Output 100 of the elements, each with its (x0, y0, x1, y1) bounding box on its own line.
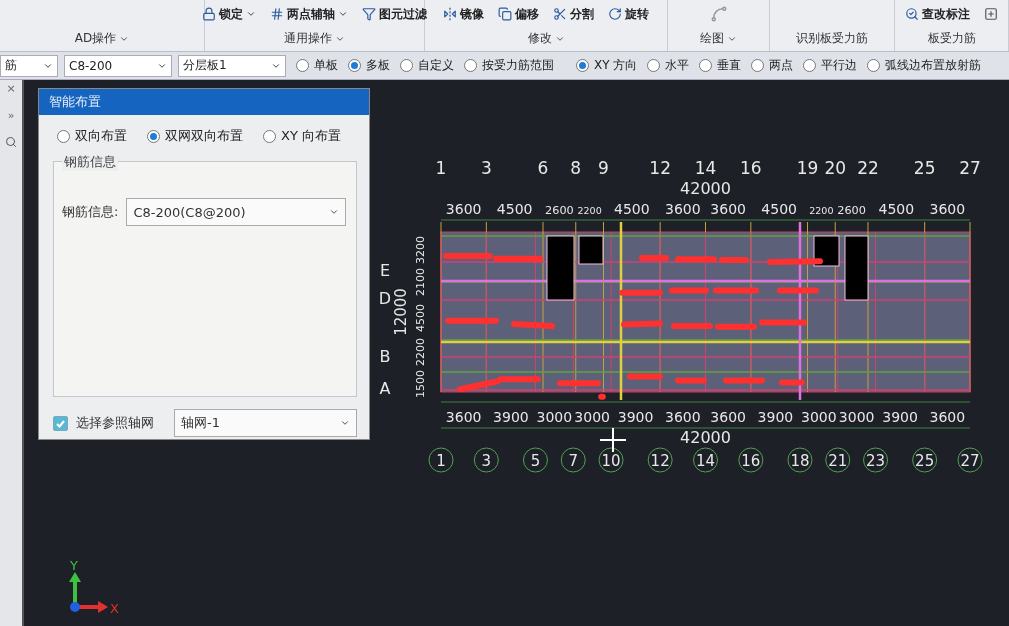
radio-option[interactable]: 自定义 (400, 57, 454, 74)
dimension-text: 3900 (617, 409, 654, 425)
dimension-text: 2200 (809, 205, 834, 216)
close-button[interactable]: × (6, 82, 16, 95)
radio-option[interactable]: XY 方向 (576, 57, 638, 74)
dimension-text: 4500 (614, 201, 650, 217)
lock-icon (202, 7, 216, 21)
mirror-icon (443, 7, 457, 21)
axis-label: 22 (857, 158, 879, 178)
ribbon-button[interactable]: 图元过滤 (362, 5, 427, 23)
group-title: 钢筋信息 (62, 153, 118, 171)
dimension-text: 2600 (545, 204, 574, 217)
radio-option[interactable]: 两点 (751, 57, 794, 74)
radio-option[interactable]: 双向布置 (57, 127, 127, 145)
crosshair-cursor (599, 427, 627, 453)
dimension-text: 3000 (838, 409, 875, 425)
axis-label: A (379, 379, 391, 398)
ribbon-group-label[interactable]: 修改 (527, 30, 565, 47)
axis-label: 8 (570, 158, 582, 178)
axis-bubble: 14 (693, 447, 718, 473)
axis-label: 6 (537, 158, 549, 178)
dimension-text: 3600 (710, 201, 746, 217)
ribbon-group-label[interactable]: 通用操作 (284, 30, 345, 47)
ribbon-group-label[interactable]: 识别板受力筋 (796, 30, 868, 47)
axis-label: 9 (598, 158, 609, 178)
dimension-total: 42000 (680, 179, 731, 198)
ribbon-group-label[interactable]: AD操作 (74, 30, 130, 47)
axis-bubble: 7 (560, 447, 586, 473)
ribbon-button[interactable]: 旋转 (608, 5, 649, 23)
radio-option[interactable]: 平行边 (803, 57, 858, 74)
rebar-select[interactable]: C8-200(C8@200) (126, 198, 346, 226)
dialog-title: 智能布置 (39, 89, 369, 115)
ribbon-button[interactable]: 两点辅轴 (270, 5, 348, 23)
dimension-text: 3900 (882, 409, 918, 425)
axis-label: 1 (435, 158, 447, 178)
search-icon[interactable] (5, 136, 17, 148)
axis-bubble: 27 (957, 447, 983, 473)
copy-icon (498, 7, 512, 21)
search-icon (905, 7, 919, 21)
axis-bubble: 1 (428, 447, 454, 473)
dimension-text: 3000 (536, 409, 573, 425)
radio-option[interactable]: 单板 (296, 57, 338, 74)
radio-option[interactable]: 垂直 (699, 57, 742, 74)
ribbon-group-label[interactable]: 板受力筋 (927, 30, 976, 47)
radio-option[interactable]: 多板 (348, 57, 390, 74)
dimension-text: 2200 (577, 205, 602, 216)
dropdown[interactable]: 分层板1 (178, 54, 286, 77)
axis-label: 20 (824, 158, 847, 178)
dropdown[interactable]: C8-200 (64, 54, 172, 77)
axis-bubble: 5 (522, 447, 548, 473)
dimension-text: 3600 (665, 201, 701, 217)
curve-icon[interactable] (709, 5, 728, 23)
axis-label: E (379, 261, 391, 280)
dimension-text: 2100 (414, 268, 427, 296)
dimension-text: 3000 (574, 409, 610, 425)
axis-bubble: 3 (473, 447, 499, 473)
radio-option[interactable]: XY 向布置 (263, 127, 341, 145)
expand-button[interactable]: » (7, 109, 15, 122)
dimension-text: 3600 (710, 409, 746, 425)
radio-option[interactable]: 弧线边布置放射筋 (867, 57, 982, 74)
radio-option[interactable]: 双网双向布置 (147, 127, 243, 145)
dimension-text: 4500 (496, 201, 533, 217)
ribbon-button[interactable]: 偏移 (498, 5, 539, 23)
dimension-text: 2600 (837, 204, 866, 217)
axis-label: 27 (959, 158, 981, 178)
dropdown[interactable]: 筋 (0, 54, 58, 77)
axis-bubble: 25 (912, 447, 938, 473)
dimension-text: 1500 (414, 370, 427, 398)
axis-bubble: 21 (825, 447, 851, 473)
checkbox[interactable] (53, 415, 68, 431)
axis-label: B (379, 347, 391, 366)
dimension-text: 3600 (445, 409, 482, 425)
radio-option[interactable]: 水平 (647, 57, 690, 74)
dimension-text: 3200 (414, 236, 427, 264)
axis-label: 3 (480, 158, 492, 178)
axis-label: 16 (740, 158, 762, 178)
field-label: 钢筋信息: (62, 203, 119, 221)
radio-option[interactable]: 按受力筋范围 (464, 57, 554, 74)
axis-bubble: 23 (863, 447, 889, 473)
dimension-total: 12000 (392, 288, 410, 336)
dimension-text: 4500 (761, 201, 797, 217)
ribbon-button[interactable]: 查改标注 (905, 5, 970, 23)
dimension-text: 3600 (929, 201, 966, 217)
axis-label: 12 (649, 158, 671, 178)
axis-bubble: 12 (647, 447, 673, 473)
filter-icon (362, 7, 376, 21)
ribbon-button[interactable]: 镜像 (443, 5, 484, 23)
grid-select[interactable]: 轴网-1 (174, 409, 357, 437)
axis-label: 25 (913, 158, 936, 178)
dimension-text: 3900 (757, 409, 794, 425)
dimension-text: 2200 (414, 338, 427, 366)
axis-label: 19 (796, 158, 819, 178)
plus-square-icon[interactable] (984, 7, 998, 21)
ribbon-group-label[interactable]: 绘图 (700, 30, 737, 47)
axis-bubble: 10 (598, 447, 624, 473)
checkbox-label: 选择参照轴网 (76, 414, 154, 432)
grid-icon (270, 7, 284, 21)
ribbon-button[interactable]: 分割 (553, 5, 594, 23)
ribbon-button[interactable]: 锁定 (202, 5, 256, 23)
axis-label: D (378, 289, 392, 308)
